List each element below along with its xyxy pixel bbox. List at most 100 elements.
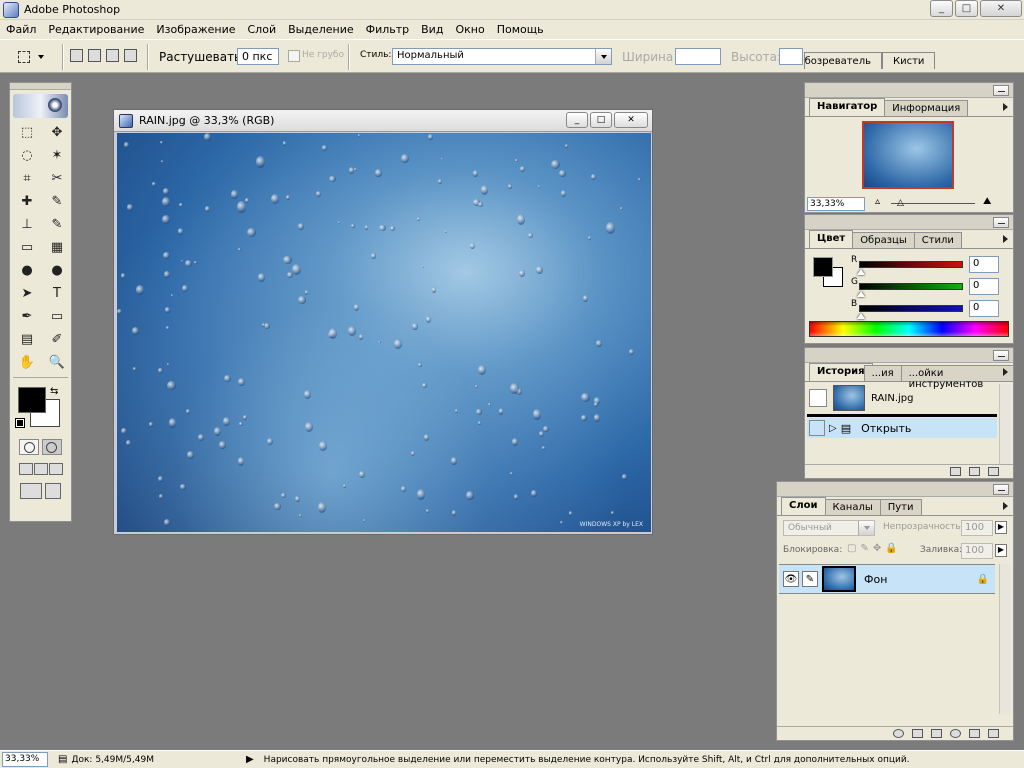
tab-styles[interactable]: Стили bbox=[913, 232, 962, 248]
style-select[interactable]: Нормальный bbox=[392, 48, 612, 65]
panel-grip[interactable] bbox=[777, 482, 1013, 497]
adjustment-layer-icon[interactable] bbox=[950, 729, 961, 738]
channel-g-input[interactable]: 0 bbox=[969, 278, 999, 295]
menu-layer[interactable]: Слой bbox=[248, 23, 277, 36]
color-ramp[interactable] bbox=[809, 321, 1009, 337]
layer-row[interactable]: 👁 ✎ Фон 🔒 bbox=[779, 564, 995, 594]
panel-menu-icon[interactable] bbox=[1003, 103, 1008, 111]
menu-image[interactable]: Изображение bbox=[156, 23, 235, 36]
layer-style-icon[interactable] bbox=[893, 729, 904, 738]
adobe-online-icon[interactable] bbox=[13, 94, 68, 118]
magic-wand-icon[interactable]: ✶ bbox=[45, 145, 69, 166]
new-selection-button[interactable] bbox=[70, 49, 83, 62]
move-icon[interactable]: ✥ bbox=[45, 122, 69, 143]
pen-icon[interactable]: ✒ bbox=[15, 306, 39, 327]
navigator-preview[interactable] bbox=[862, 121, 954, 189]
subtract-selection-button[interactable] bbox=[106, 49, 119, 62]
history-scrollbar[interactable] bbox=[999, 384, 1011, 464]
blur-icon[interactable]: ● bbox=[15, 260, 39, 281]
standard-mode-button[interactable] bbox=[19, 439, 40, 455]
minimize-panel-button[interactable] bbox=[993, 217, 1009, 228]
well-tab-brushes[interactable]: Кисти bbox=[882, 52, 936, 69]
type-icon[interactable]: T bbox=[45, 283, 69, 304]
color-foreground-swatch[interactable] bbox=[813, 257, 833, 277]
menu-window[interactable]: Окно bbox=[455, 23, 484, 36]
hand-icon[interactable]: ✋ bbox=[15, 352, 39, 373]
menu-select[interactable]: Выделение bbox=[288, 23, 354, 36]
fill-input[interactable]: 100 bbox=[961, 543, 993, 559]
zoom-slider-thumb[interactable]: △ bbox=[897, 198, 904, 208]
channel-b-input[interactable]: 0 bbox=[969, 300, 999, 317]
antialias-checkbox[interactable] bbox=[288, 50, 300, 62]
menu-filter[interactable]: Фильтр bbox=[366, 23, 410, 36]
new-folder-icon[interactable] bbox=[931, 729, 942, 738]
brush-icon[interactable]: ✎ bbox=[802, 571, 818, 587]
maximize-button[interactable]: □ bbox=[955, 0, 978, 17]
camera-icon[interactable] bbox=[969, 467, 980, 476]
minimize-panel-button[interactable] bbox=[993, 350, 1009, 361]
toolbox-grip[interactable] bbox=[10, 83, 71, 90]
status-menu-arrow-icon[interactable]: ▶ bbox=[246, 754, 254, 765]
width-input[interactable] bbox=[675, 48, 721, 65]
tab-layers[interactable]: Слои bbox=[781, 497, 826, 515]
panel-grip[interactable] bbox=[805, 83, 1013, 98]
path-select-icon[interactable]: ➤ bbox=[15, 283, 39, 304]
menu-view[interactable]: Вид bbox=[421, 23, 443, 36]
panel-menu-icon[interactable] bbox=[1003, 502, 1008, 510]
tab-navigator[interactable]: Навигатор bbox=[809, 98, 886, 116]
tab-swatches[interactable]: Образцы bbox=[852, 232, 915, 248]
brush-icon[interactable]: ✎ bbox=[45, 191, 69, 212]
imageready-icon[interactable] bbox=[45, 483, 62, 499]
channel-r-input[interactable]: 0 bbox=[969, 256, 999, 273]
status-zoom-field[interactable]: 33,33% bbox=[2, 752, 48, 767]
marquee-icon[interactable]: ⬚ bbox=[15, 122, 39, 143]
close-button[interactable]: ✕ bbox=[980, 0, 1022, 17]
minimize-panel-button[interactable] bbox=[993, 484, 1009, 495]
document-titlebar[interactable]: RAIN.jpg @ 33,3% (RGB) _ □ ✕ bbox=[114, 110, 652, 132]
doc-maximize-button[interactable]: □ bbox=[590, 112, 612, 128]
panel-menu-icon[interactable] bbox=[1003, 235, 1008, 243]
default-colors-icon[interactable] bbox=[15, 418, 25, 428]
layers-scrollbar[interactable] bbox=[999, 564, 1011, 714]
history-state[interactable]: ▷ ▤ Открыть bbox=[807, 418, 997, 438]
layer-mask-icon[interactable] bbox=[912, 729, 923, 738]
swap-colors-icon[interactable]: ⇆ bbox=[50, 386, 58, 397]
quick-mask-button[interactable] bbox=[41, 439, 62, 455]
opacity-arrow-icon[interactable]: ▶ bbox=[995, 521, 1007, 534]
slider-thumb[interactable] bbox=[857, 291, 865, 297]
channel-r-bar[interactable] bbox=[859, 261, 963, 268]
minimize-panel-button[interactable] bbox=[993, 85, 1009, 96]
slider-thumb[interactable] bbox=[857, 269, 865, 275]
blend-mode-select[interactable]: Обычный bbox=[783, 520, 875, 536]
healing-brush-icon[interactable]: ✚ bbox=[15, 191, 39, 212]
intersect-selection-button[interactable] bbox=[124, 49, 137, 62]
tab-channels[interactable]: Каналы bbox=[824, 499, 881, 515]
lock-options-icons[interactable]: ▢✎✥🔒 bbox=[847, 543, 902, 554]
height-input[interactable] bbox=[779, 48, 803, 65]
menu-edit[interactable]: Редактирование bbox=[48, 23, 144, 36]
crop-icon[interactable]: ⌗ bbox=[15, 168, 39, 189]
clone-stamp-icon[interactable]: ⊥ bbox=[15, 214, 39, 235]
feather-input[interactable]: 0 пкс bbox=[237, 48, 279, 65]
notes-icon[interactable]: ▤ bbox=[15, 329, 39, 350]
tab-info[interactable]: Информация bbox=[884, 100, 969, 116]
history-brush-source-icon[interactable] bbox=[809, 420, 825, 436]
doc-minimize-button[interactable]: _ bbox=[566, 112, 588, 128]
navigator-zoom-field[interactable]: 33,33% bbox=[807, 197, 865, 211]
new-document-icon[interactable] bbox=[950, 467, 961, 476]
tab-paths[interactable]: Пути bbox=[879, 499, 922, 515]
eyedropper-icon[interactable]: ✐ bbox=[45, 329, 69, 350]
trash-icon[interactable] bbox=[988, 729, 999, 738]
foreground-color[interactable] bbox=[18, 387, 46, 413]
shape-icon[interactable]: ▭ bbox=[45, 306, 69, 327]
history-snapshot[interactable]: RAIN.jpg bbox=[807, 384, 997, 412]
menu-file[interactable]: Файл bbox=[6, 23, 36, 36]
panel-grip[interactable] bbox=[805, 348, 1013, 363]
minimize-button[interactable]: _ bbox=[930, 0, 953, 17]
zoom-icon[interactable]: 🔍 bbox=[45, 352, 69, 373]
image-canvas[interactable]: WINDOWS XP by LEX bbox=[117, 133, 651, 532]
history-brush-source-icon[interactable] bbox=[809, 389, 827, 407]
eye-icon[interactable]: 👁 bbox=[783, 571, 799, 587]
well-tab-browser[interactable]: Обозреватель bbox=[804, 52, 882, 69]
menu-help[interactable]: Помощь bbox=[497, 23, 544, 36]
